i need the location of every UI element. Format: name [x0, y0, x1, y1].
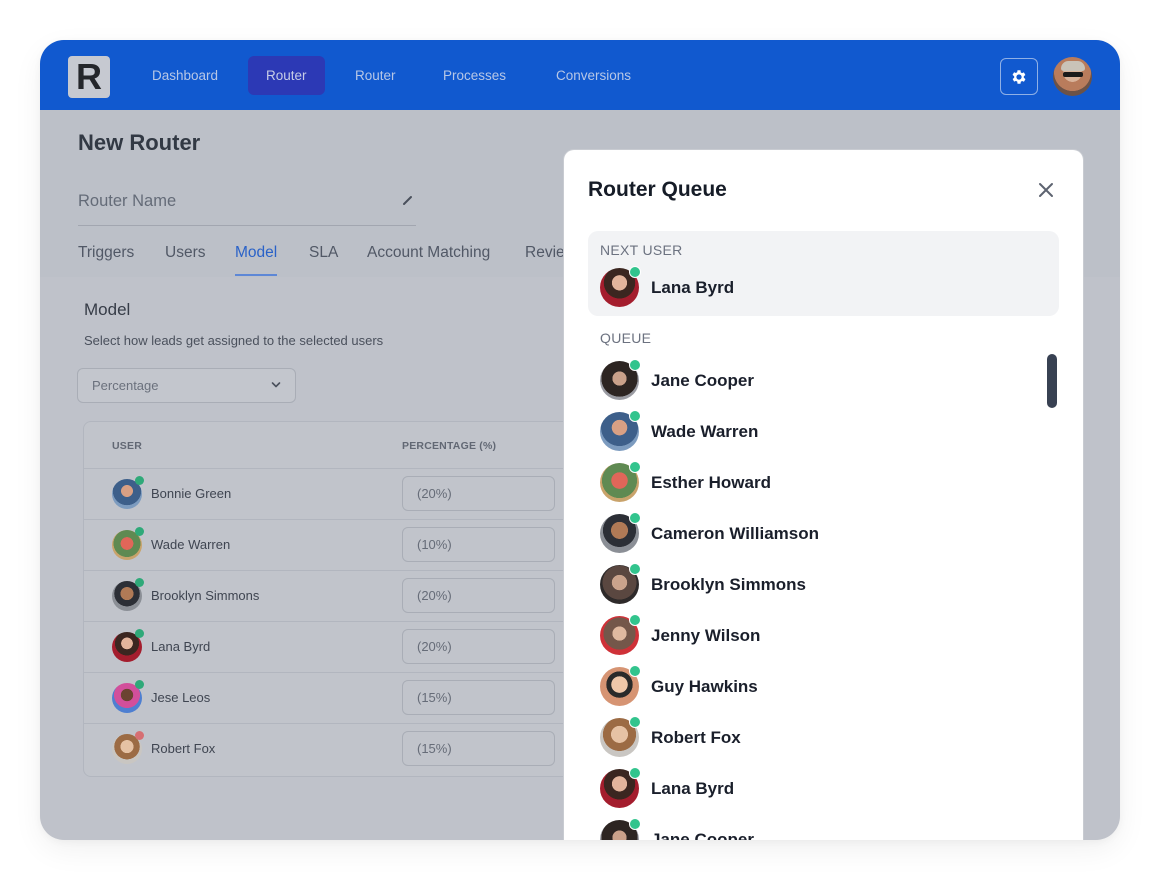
tab-model[interactable]: Model [235, 240, 278, 276]
status-online-dot [629, 266, 641, 278]
router-queue-modal: Router Queue NEXT USER Lana Byrd QUEUE J… [564, 150, 1083, 840]
close-button[interactable] [1036, 180, 1056, 200]
app-window: R Dashboard Router Router Processes Conv… [40, 40, 1120, 840]
table-row: Robert Fox (15%) [84, 723, 604, 774]
user-name: Lana Byrd [151, 639, 211, 654]
status-online-dot [629, 461, 641, 473]
percentage-table: USER PERCENTAGE (%) Bonnie Green (20%) W… [83, 421, 604, 777]
status-online-dot [629, 563, 641, 575]
percentage-input[interactable]: (15%) [402, 680, 555, 715]
status-online-dot [629, 359, 641, 371]
status-online-dot [629, 665, 641, 677]
status-online-dot [135, 629, 144, 638]
close-icon [1039, 183, 1053, 197]
percentage-input[interactable]: (20%) [402, 578, 555, 613]
queue-item[interactable]: Lana Byrd [600, 767, 1020, 813]
nav-conversions[interactable]: Conversions [538, 56, 649, 95]
model-select-value: Percentage [92, 378, 159, 393]
column-header-user: USER [112, 440, 142, 452]
router-name-placeholder: Router Name [78, 192, 177, 210]
percentage-input[interactable]: (10%) [402, 527, 555, 562]
table-row: Bonnie Green (20%) [84, 468, 604, 519]
tab-sla[interactable]: SLA [309, 240, 338, 276]
nav-processes[interactable]: Processes [425, 56, 524, 95]
top-navbar: R Dashboard Router Router Processes Conv… [40, 40, 1120, 110]
percentage-input[interactable]: (20%) [402, 476, 555, 511]
queue-item[interactable]: Jenny Wilson [600, 614, 1020, 660]
status-online-dot [135, 578, 144, 587]
next-user-label: NEXT USER [600, 242, 683, 258]
user-name: Wade Warren [151, 537, 231, 552]
status-online-dot [629, 512, 641, 524]
table-row: Wade Warren (10%) [84, 519, 604, 570]
model-select[interactable]: Percentage [77, 368, 296, 403]
status-online-dot [135, 680, 144, 689]
table-row: Jese Leos (15%) [84, 672, 604, 723]
queue-item[interactable]: Brooklyn Simmons [600, 563, 1020, 609]
user-name: Robert Fox [651, 728, 741, 747]
avatar-glasses [1063, 72, 1083, 77]
model-section-title: Model [84, 300, 131, 319]
user-name: Lana Byrd [651, 779, 735, 798]
queue-item[interactable]: Esther Howard [600, 461, 1020, 507]
pencil-icon[interactable] [402, 194, 414, 206]
next-user-item[interactable]: Lana Byrd [600, 266, 1020, 312]
status-online-dot [629, 767, 641, 779]
status-online-dot [629, 410, 641, 422]
queue-item[interactable]: Cameron Williamson [600, 512, 1020, 558]
user-name: Bonnie Green [151, 486, 232, 501]
tab-account-matching[interactable]: Account Matching [367, 240, 490, 276]
queue-item[interactable]: Guy Hawkins [600, 665, 1020, 711]
app-logo[interactable]: R [68, 56, 110, 98]
queue-item[interactable]: Wade Warren [600, 410, 1020, 456]
model-description: Select how leads get assigned to the sel… [84, 333, 384, 348]
tab-review[interactable]: Revie [525, 240, 565, 276]
queue-item[interactable]: Robert Fox [600, 716, 1020, 762]
status-offline-dot [135, 731, 144, 740]
user-name: Robert Fox [151, 741, 216, 756]
queue-scrollbar[interactable] [1047, 354, 1057, 408]
status-online-dot [135, 476, 144, 485]
tab-triggers[interactable]: Triggers [78, 240, 134, 276]
user-name: Jane Cooper [651, 371, 754, 390]
nav-dashboard[interactable]: Dashboard [134, 56, 236, 95]
gear-icon [1012, 69, 1026, 84]
router-name-input[interactable]: Router Name [78, 190, 416, 226]
user-name: Brooklyn Simmons [651, 575, 806, 594]
user-name: Jenny Wilson [651, 626, 761, 645]
user-name: Brooklyn Simmons [151, 588, 260, 603]
user-name: Jane Cooper [651, 830, 754, 840]
nav-router[interactable]: Router [337, 56, 414, 95]
next-user-card: NEXT USER Lana Byrd [588, 231, 1059, 316]
status-online-dot [629, 716, 641, 728]
user-avatar[interactable] [1053, 57, 1092, 96]
table-row: Lana Byrd (20%) [84, 621, 604, 672]
user-name: Guy Hawkins [651, 677, 758, 696]
percentage-input[interactable]: (15%) [402, 731, 555, 766]
status-online-dot [629, 614, 641, 626]
modal-title: Router Queue [588, 178, 727, 201]
user-name: Wade Warren [651, 422, 759, 441]
status-online-dot [629, 818, 641, 830]
user-name: Cameron Williamson [651, 524, 819, 543]
user-name: Jese Leos [151, 690, 211, 705]
table-row: Brooklyn Simmons (20%) [84, 570, 604, 621]
tab-users[interactable]: Users [165, 240, 205, 276]
avatar-hair [1061, 61, 1085, 71]
column-header-percentage: PERCENTAGE (%) [402, 440, 497, 452]
queue-item[interactable]: Jane Cooper [600, 359, 1020, 405]
chevron-down-icon [271, 382, 281, 388]
user-name: Lana Byrd [651, 278, 735, 297]
page-title: New Router [78, 130, 201, 155]
status-online-dot [135, 527, 144, 536]
percentage-input[interactable]: (20%) [402, 629, 555, 664]
queue-label: QUEUE [600, 330, 652, 346]
user-name: Esther Howard [651, 473, 771, 492]
settings-button[interactable] [1000, 58, 1038, 95]
queue-item[interactable]: Jane Cooper [600, 818, 1020, 840]
nav-router-active[interactable]: Router [248, 56, 325, 95]
